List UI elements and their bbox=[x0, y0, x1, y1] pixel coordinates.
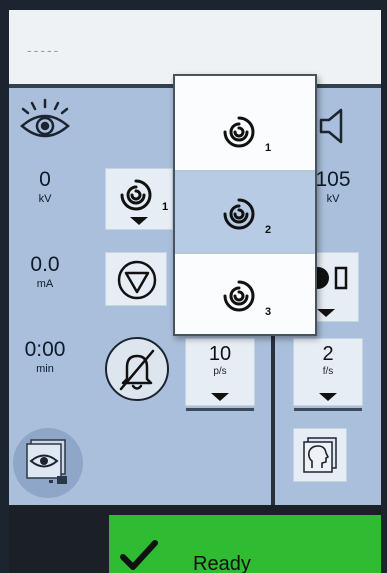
dropdown-arrow-icon bbox=[317, 309, 335, 317]
time-unit: min bbox=[36, 363, 54, 375]
device-screen: ----- 0 kV 1 0.0 mA 0:00 min 10 p/s 105 … bbox=[9, 10, 381, 573]
filter-button[interactable] bbox=[105, 252, 167, 306]
ready-status-panel: Ready bbox=[109, 515, 381, 573]
image-review-button[interactable] bbox=[13, 428, 83, 498]
frame-rate-selector[interactable]: 2 f/s bbox=[293, 338, 363, 411]
spiral-mode-option-1[interactable]: 1 bbox=[175, 90, 315, 172]
patient-field[interactable]: ----- bbox=[27, 42, 60, 58]
option-sub-label: 2 bbox=[265, 224, 272, 236]
time-readout: 0:00 min bbox=[9, 338, 85, 375]
ma-unit: mA bbox=[36, 278, 54, 290]
patient-profile-button[interactable] bbox=[293, 428, 347, 482]
spiral-sub-label: 1 bbox=[162, 201, 169, 213]
kv-value: 0 bbox=[39, 168, 51, 191]
dropdown-arrow-icon bbox=[211, 393, 229, 401]
spiral-selector-button[interactable]: 1 bbox=[105, 168, 173, 230]
speaker-icon bbox=[319, 108, 343, 144]
dropdown-arrow-icon bbox=[130, 217, 148, 225]
kv-unit: kV bbox=[38, 193, 52, 205]
frame-rate-value: 2 bbox=[322, 343, 334, 365]
spiral-icon bbox=[223, 280, 255, 312]
selector-underline bbox=[294, 408, 362, 411]
ma-value: 0.0 bbox=[30, 253, 60, 276]
option-sub-label: 1 bbox=[265, 142, 272, 154]
head-profile-icon bbox=[303, 437, 337, 473]
option-sub-label: 3 bbox=[265, 306, 272, 318]
time-value: 0:00 bbox=[24, 338, 66, 361]
ma-readout: 0.0 mA bbox=[9, 253, 85, 290]
spiral-mode-dropdown: 1 2 3 bbox=[173, 74, 317, 336]
pulse-rate-selector[interactable]: 10 p/s bbox=[185, 338, 255, 411]
spiral-icon bbox=[223, 198, 255, 230]
checkmark-icon bbox=[120, 540, 158, 570]
frame-rate-unit: f/s bbox=[322, 366, 334, 377]
spiral-icon bbox=[223, 116, 255, 148]
mute-alarm-button[interactable] bbox=[105, 337, 169, 401]
filter-triangle-icon bbox=[117, 260, 157, 300]
status-label: Ready bbox=[193, 553, 251, 573]
dropdown-arrow-icon bbox=[319, 393, 337, 401]
spiral-mode-option-2[interactable]: 2 bbox=[175, 172, 315, 254]
pulse-rate-unit: p/s bbox=[213, 366, 227, 377]
pulse-rate-value: 10 bbox=[208, 343, 232, 365]
spiral-mode-option-3[interactable]: 3 bbox=[175, 254, 315, 336]
spiral-icon bbox=[120, 179, 152, 211]
fluoroscopy-eye-icon bbox=[20, 98, 70, 138]
kv-readout-left: 0 kV bbox=[9, 168, 85, 205]
bell-muted-icon bbox=[119, 349, 155, 391]
selector-underline bbox=[186, 408, 254, 411]
eye-gallery-icon bbox=[26, 439, 67, 484]
